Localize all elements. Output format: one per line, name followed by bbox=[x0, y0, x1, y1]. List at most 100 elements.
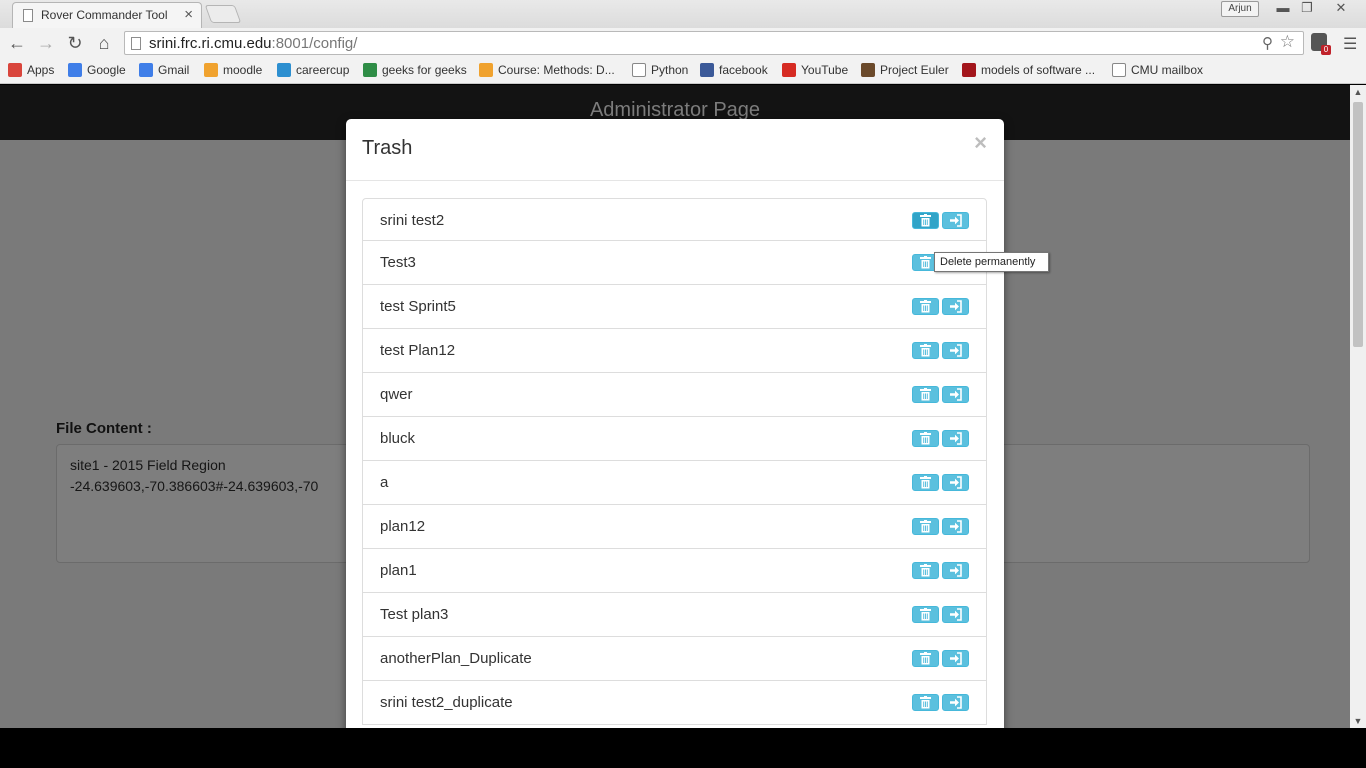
modal-title: Trash bbox=[362, 137, 413, 159]
trash-item-name: Test3 bbox=[380, 254, 416, 271]
moodle-icon bbox=[479, 63, 493, 77]
delete-permanently-button[interactable] bbox=[912, 430, 939, 447]
page-icon bbox=[23, 9, 33, 22]
restore-button[interactable] bbox=[942, 650, 969, 667]
mail-icon bbox=[1112, 63, 1126, 77]
bookmarks-bar: Apps Google Gmail moodle careercup geeks for … bbox=[0, 58, 1366, 84]
delete-permanently-button[interactable] bbox=[912, 474, 939, 491]
cmu-icon bbox=[962, 63, 976, 77]
minimize-icon[interactable]: ▬ bbox=[1270, 0, 1296, 18]
scrollbar-thumb[interactable] bbox=[1353, 102, 1363, 347]
trash-list: srini test2 Test3 test Sprint5 test Plan12 q… bbox=[362, 198, 987, 725]
window-close-icon[interactable]: ✕ bbox=[1328, 0, 1354, 18]
trash-item-name: srini test2_duplicate bbox=[380, 694, 513, 711]
facebook-icon bbox=[700, 63, 714, 77]
trash-modal: Trash × srini test2 Test3 test Sprint5 test… bbox=[346, 119, 1004, 728]
moodle-icon bbox=[204, 63, 218, 77]
delete-permanently-button[interactable] bbox=[912, 694, 939, 711]
bookmark-item[interactable]: careercup bbox=[277, 63, 349, 77]
restore-button[interactable] bbox=[942, 386, 969, 403]
restore-button[interactable] bbox=[942, 342, 969, 359]
restore-button[interactable] bbox=[942, 606, 969, 623]
home-icon[interactable]: ⌂ bbox=[93, 32, 115, 54]
extension-icon[interactable]: 0 bbox=[1311, 33, 1331, 55]
bookmark-label: facebook bbox=[719, 63, 768, 77]
trash-item-name: plan1 bbox=[380, 562, 417, 579]
browser-toolbar: ← → ↻ ⌂ srini.frc.ri.cmu.edu:8001/config… bbox=[0, 28, 1366, 58]
bookmark-label: geeks for geeks bbox=[382, 63, 467, 77]
bookmark-item[interactable]: Apps bbox=[8, 63, 54, 77]
trash-item: plan12 bbox=[362, 505, 987, 549]
bookmark-label: moodle bbox=[223, 63, 263, 77]
delete-permanently-button[interactable] bbox=[912, 518, 939, 535]
trash-item: test Sprint5 bbox=[362, 285, 987, 329]
tab-close-icon[interactable]: × bbox=[184, 6, 193, 23]
delete-permanently-button[interactable] bbox=[912, 562, 939, 579]
bookmark-item[interactable]: Google bbox=[68, 63, 126, 77]
back-icon[interactable]: ← bbox=[6, 32, 28, 54]
bookmark-item[interactable]: geeks for geeks bbox=[363, 63, 467, 77]
delete-permanently-button[interactable] bbox=[912, 298, 939, 315]
trash-item: Test3 bbox=[362, 241, 987, 285]
address-bar[interactable]: srini.frc.ri.cmu.edu:8001/config/ ⚲ ☆ bbox=[124, 31, 1304, 55]
bookmark-label: CMU mailbox bbox=[1131, 63, 1204, 77]
delete-permanently-button[interactable] bbox=[912, 606, 939, 623]
project-euler-icon bbox=[861, 63, 875, 77]
restore-button[interactable] bbox=[942, 474, 969, 491]
bookmark-label: models of software ... bbox=[981, 63, 1096, 77]
bookmark-item[interactable]: Course: Methods: D... bbox=[479, 63, 615, 77]
bookmark-item[interactable]: moodle bbox=[204, 63, 262, 77]
tab-title: Rover Commander Tool bbox=[41, 8, 168, 22]
gmail-icon bbox=[139, 63, 153, 77]
restore-button[interactable] bbox=[942, 694, 969, 711]
page-icon bbox=[632, 63, 646, 77]
trash-item-name: srini test2 bbox=[380, 212, 445, 229]
extension-badge: 0 bbox=[1321, 45, 1331, 55]
delete-permanently-button[interactable] bbox=[912, 212, 939, 229]
new-tab-button[interactable] bbox=[204, 5, 242, 23]
chrome-menu-icon[interactable]: ☰ bbox=[1343, 34, 1357, 54]
scroll-up-icon[interactable]: ▲ bbox=[1350, 87, 1366, 97]
bookmark-item[interactable]: CMU mailbox bbox=[1112, 63, 1203, 77]
restore-button[interactable] bbox=[942, 518, 969, 535]
bookmark-label: Python bbox=[651, 63, 689, 77]
restore-button[interactable] bbox=[942, 212, 969, 229]
restore-button[interactable] bbox=[942, 298, 969, 315]
bookmark-label: Project Euler bbox=[880, 63, 949, 77]
page-info-icon[interactable] bbox=[131, 37, 141, 50]
trash-item-name: anotherPlan_Duplicate bbox=[380, 650, 532, 667]
trash-item: plan1 bbox=[362, 549, 987, 593]
bookmark-item[interactable]: YouTube bbox=[782, 63, 848, 77]
bookmark-item[interactable]: Gmail bbox=[139, 63, 189, 77]
apps-grid-icon bbox=[8, 63, 22, 77]
delete-permanently-button[interactable] bbox=[912, 342, 939, 359]
page-scrollbar[interactable]: ▲ ▼ bbox=[1350, 85, 1366, 728]
scroll-down-icon[interactable]: ▼ bbox=[1350, 716, 1366, 726]
bookmark-label: Course: Methods: D... bbox=[498, 63, 615, 77]
trash-item-name: plan12 bbox=[380, 518, 426, 535]
restore-button[interactable] bbox=[942, 430, 969, 447]
profile-button[interactable]: Arjun bbox=[1221, 1, 1259, 17]
bookmark-item[interactable]: Python bbox=[632, 63, 688, 77]
bookmark-item[interactable]: facebook bbox=[700, 63, 768, 77]
trash-item: anotherPlan_Duplicate bbox=[362, 637, 987, 681]
bookmark-star-icon[interactable]: ☆ bbox=[1280, 32, 1295, 52]
delete-permanently-button[interactable] bbox=[912, 386, 939, 403]
browser-tab[interactable]: Rover Commander Tool × bbox=[12, 2, 202, 28]
restore-button[interactable] bbox=[942, 562, 969, 579]
modal-close-icon[interactable]: × bbox=[974, 130, 987, 156]
trash-item: qwer bbox=[362, 373, 987, 417]
reload-icon[interactable]: ↻ bbox=[64, 32, 86, 54]
bookmark-item[interactable]: Project Euler bbox=[861, 63, 949, 77]
trash-item-name: test Sprint5 bbox=[380, 298, 456, 315]
careercup-icon bbox=[277, 63, 291, 77]
trash-item-name: bluck bbox=[380, 430, 416, 447]
delete-permanently-button[interactable] bbox=[912, 650, 939, 667]
zoom-icon[interactable]: ⚲ bbox=[1262, 34, 1273, 52]
bookmark-label: Gmail bbox=[158, 63, 190, 77]
forward-icon[interactable]: → bbox=[35, 32, 57, 54]
trash-item-name: test Plan12 bbox=[380, 342, 456, 359]
restore-icon[interactable]: ❐ bbox=[1294, 0, 1320, 18]
bookmark-item[interactable]: models of software ... bbox=[962, 63, 1095, 77]
browser-titlebar: Rover Commander Tool × Arjun ▬ ❐ ✕ bbox=[0, 0, 1366, 28]
